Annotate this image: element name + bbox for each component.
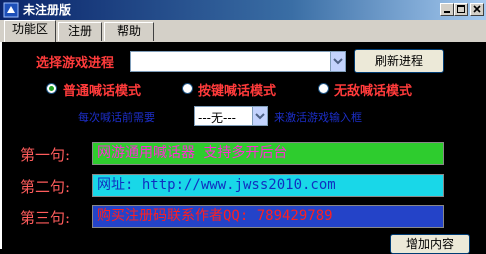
message-1-field[interactable]: 网游通用喊话器 支持多开后台: [92, 142, 444, 165]
mode-invincible-label: 无敌喊话模式: [334, 84, 413, 99]
app-icon: [3, 2, 19, 18]
game-process-label: 选择游戏进程: [36, 56, 115, 71]
mode-normal-radio[interactable]: [46, 83, 57, 94]
mode-hotkey-label: 按键喊话模式: [198, 84, 277, 99]
mode-invincible-radio[interactable]: [318, 83, 329, 94]
refresh-process-button[interactable]: 刷新进程: [354, 49, 444, 73]
message-2-field[interactable]: 网址: http://www.jwss2010.com: [92, 174, 444, 197]
pre-send-key-dropdown-button[interactable]: [252, 107, 267, 125]
pre-send-label: 每次喊话前需要: [78, 111, 155, 124]
pre-send-suffix: 来激活游戏输入框: [274, 111, 362, 124]
mode-hotkey-radio[interactable]: [182, 83, 193, 94]
message-3-field[interactable]: 购买注册码联系作者QQ: 789429789: [92, 205, 444, 228]
mode-normal-label: 普通喊话模式: [63, 84, 142, 99]
message-1-prefix: 第一句:: [20, 146, 71, 164]
title-bar[interactable]: 未注册版: [0, 0, 486, 20]
close-icon: [473, 5, 481, 13]
add-content-button[interactable]: 增加内容: [390, 234, 470, 254]
close-button[interactable]: [470, 3, 484, 16]
game-process-select[interactable]: [130, 51, 346, 72]
message-3-prefix: 第三句:: [20, 209, 71, 227]
message-2-prefix: 第二句:: [20, 178, 71, 196]
window-title: 未注册版: [23, 3, 72, 17]
tab-functions[interactable]: 功能区: [4, 20, 56, 42]
minimize-icon: [444, 11, 450, 13]
chevron-down-icon: [333, 58, 343, 65]
game-process-dropdown-button[interactable]: [330, 52, 345, 71]
tab-register[interactable]: 注册: [58, 22, 102, 41]
maximize-button[interactable]: [454, 3, 468, 16]
pre-send-key-select[interactable]: ---无---: [194, 106, 268, 126]
maximize-icon: [457, 5, 465, 13]
tab-help[interactable]: 帮助: [104, 22, 154, 41]
tab-strip: 功能区 注册 帮助: [0, 20, 486, 42]
chevron-down-icon: [255, 113, 265, 120]
pre-send-key-value: ---无---: [198, 111, 236, 125]
main-panel: 选择游戏进程 刷新进程 普通喊话模式 按键喊话模式 无敌喊话模式 每次喊话前需要…: [0, 42, 486, 254]
minimize-button[interactable]: [440, 3, 454, 16]
